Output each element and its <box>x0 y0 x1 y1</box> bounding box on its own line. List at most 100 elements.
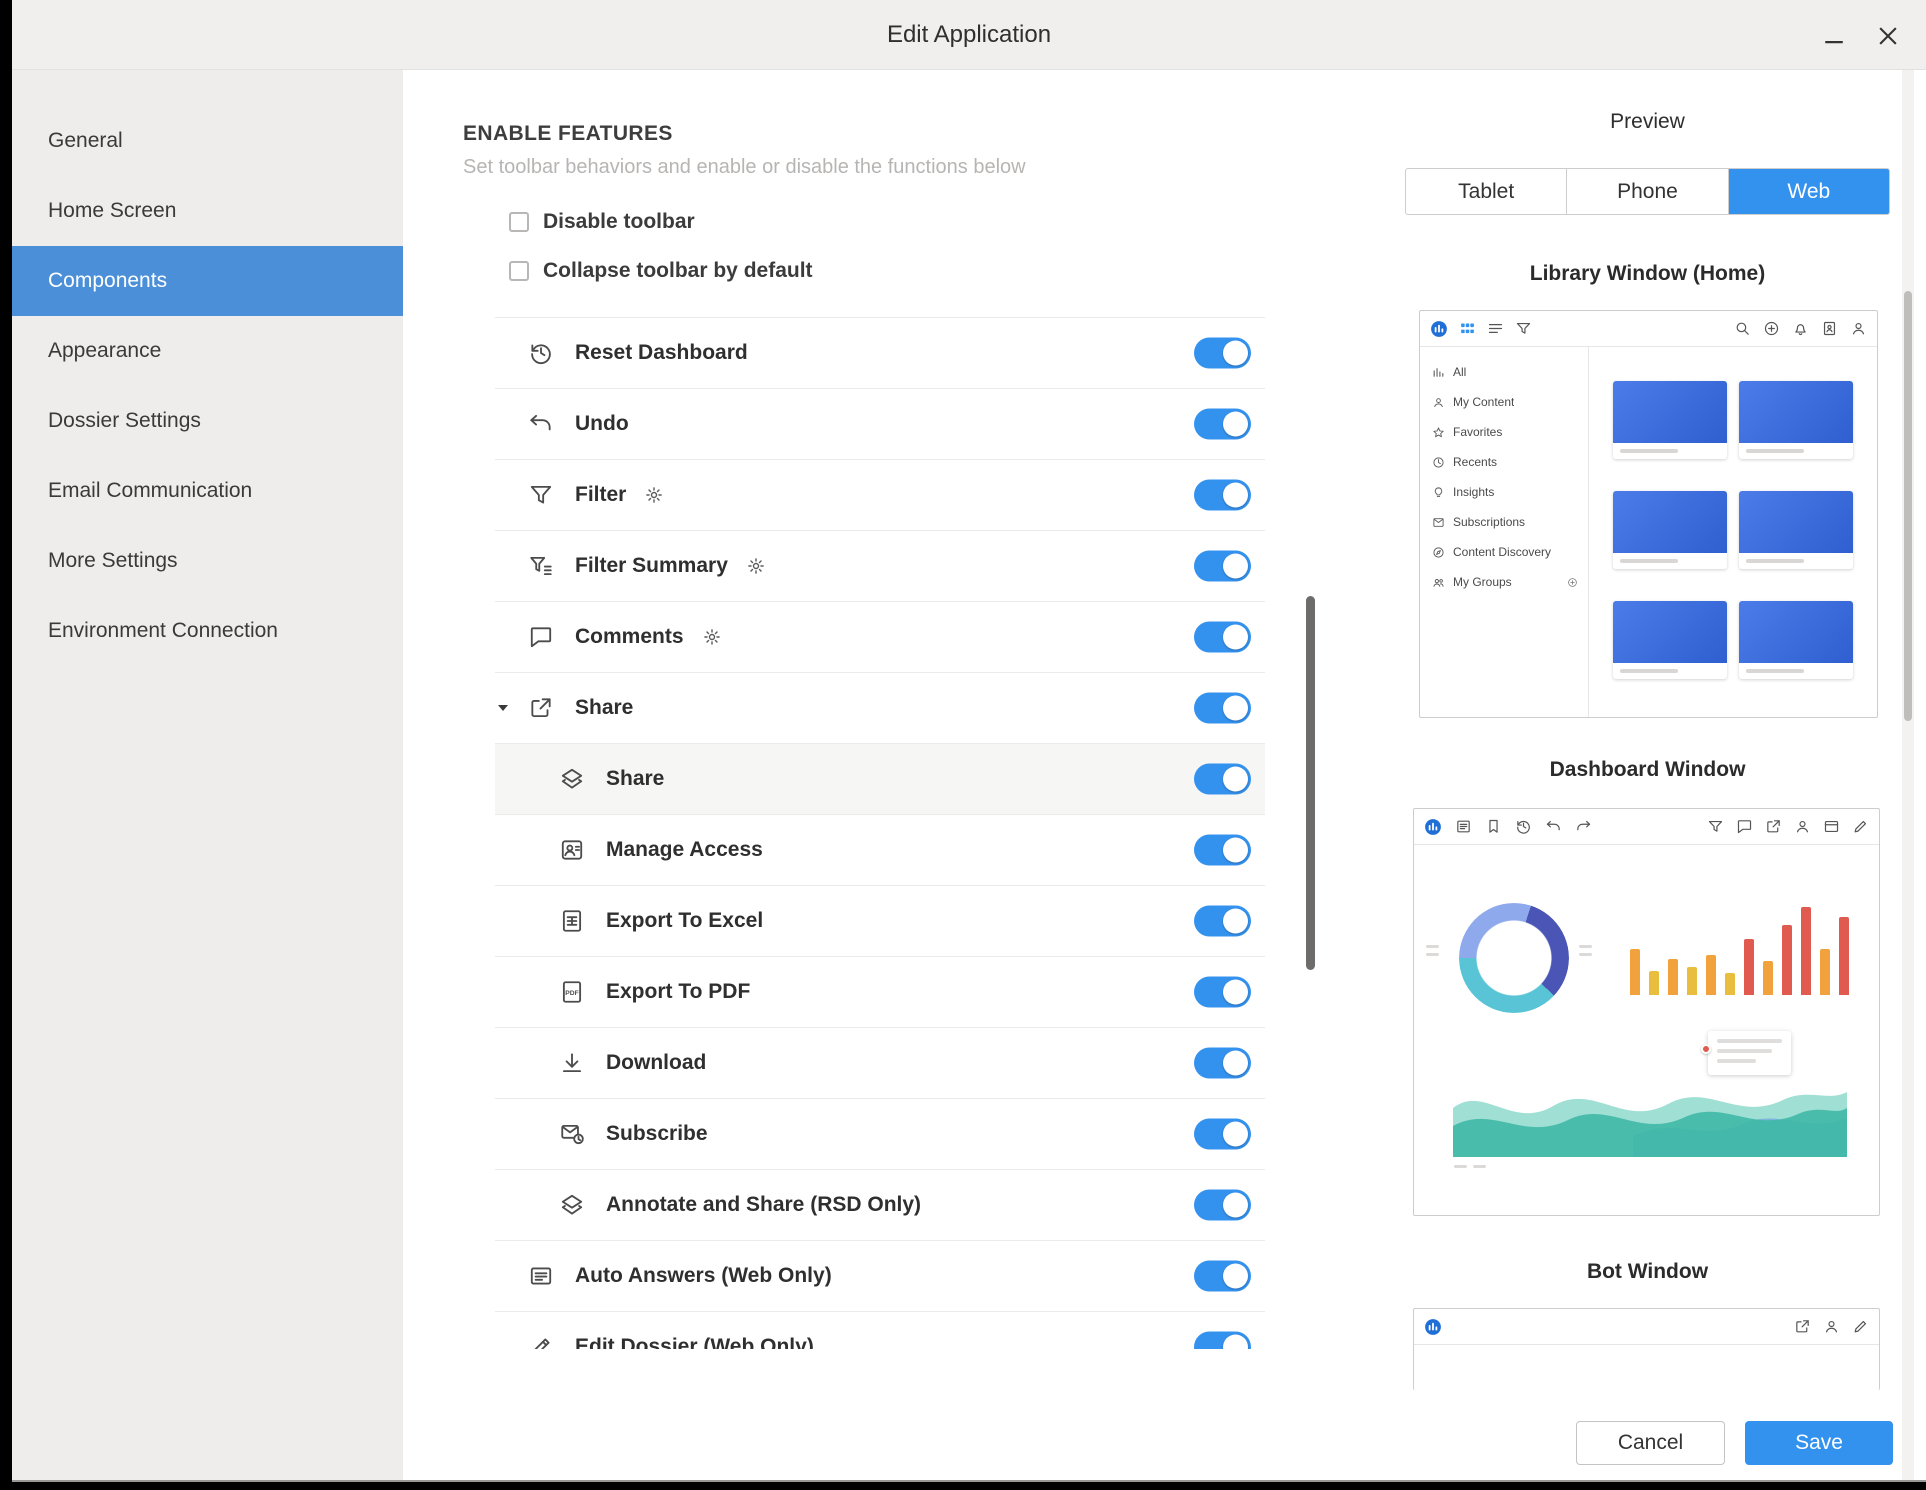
toggle-manage-access[interactable] <box>1194 835 1251 866</box>
bookmark-icon <box>1485 818 1502 835</box>
minimize-button[interactable] <box>1820 22 1848 50</box>
disable-toolbar-row: Disable toolbar <box>509 210 695 234</box>
sidebar-item-email-communication[interactable]: Email Communication <box>12 456 403 526</box>
sidebar-item-general[interactable]: General <box>12 106 403 176</box>
library-tile <box>1613 491 1727 569</box>
disable-toolbar-label: Disable toolbar <box>543 210 695 234</box>
toggle-filter[interactable] <box>1194 480 1251 511</box>
dashboard-window-title: Dashboard Window <box>1405 758 1890 782</box>
library-sidebar-item-content-discovery: Content Discovery <box>1420 537 1588 567</box>
undo-icon <box>528 411 554 437</box>
svg-text:PDF: PDF <box>565 990 578 997</box>
feature-list-scrollbar-thumb[interactable] <box>1306 596 1315 970</box>
mstr-logo-icon <box>1424 818 1442 836</box>
feature-row-filter: Filter <box>495 460 1265 531</box>
history-icon <box>1515 818 1532 835</box>
gear-icon[interactable] <box>746 556 766 576</box>
auto-answers-icon <box>528 1263 554 1289</box>
library-sidebar-label: Favorites <box>1453 425 1502 439</box>
chart-ticks <box>1579 945 1592 956</box>
undo-icon-small <box>1545 818 1562 835</box>
card-icon <box>1823 818 1840 835</box>
sidebar-item-environment-connection[interactable]: Environment Connection <box>12 596 403 666</box>
feature-label: Export To PDF <box>606 980 750 1004</box>
subscribe-icon <box>559 1121 585 1147</box>
disable-toolbar-checkbox[interactable] <box>509 212 529 232</box>
feature-row-share: Share <box>495 673 1265 744</box>
library-tile <box>1613 381 1727 459</box>
library-sidebar-label: Insights <box>1453 485 1494 499</box>
feature-row-share: Share <box>495 744 1265 815</box>
toggle-edit-dossier-web-only[interactable] <box>1194 1332 1251 1350</box>
gear-icon[interactable] <box>702 627 722 647</box>
tab-web[interactable]: Web <box>1729 169 1889 214</box>
sidebar-item-appearance[interactable]: Appearance <box>12 316 403 386</box>
add-circle-icon <box>1763 320 1780 337</box>
title-bar: Edit Application <box>12 0 1926 70</box>
account-person-icon <box>1850 320 1867 337</box>
tab-tablet[interactable]: Tablet <box>1406 169 1567 214</box>
feature-label: Download <box>606 1051 706 1075</box>
library-sidebar-item-my-groups: My Groups <box>1420 567 1588 597</box>
toggle-share[interactable] <box>1194 693 1251 724</box>
redo-icon-small <box>1575 818 1592 835</box>
toggle-auto-answers-web-only[interactable] <box>1194 1261 1251 1292</box>
toggle-undo[interactable] <box>1194 409 1251 440</box>
gear-icon[interactable] <box>644 485 664 505</box>
share-icon-small <box>1794 1318 1811 1335</box>
annotate-share-icon <box>559 1192 585 1218</box>
bar <box>1687 967 1697 995</box>
subscriptions-icon <box>1432 516 1445 529</box>
save-button[interactable]: Save <box>1745 1421 1893 1465</box>
edit-pencil-icon <box>1852 818 1869 835</box>
sidebar-item-dossier-settings[interactable]: Dossier Settings <box>12 386 403 456</box>
comment-icon-small <box>1736 818 1753 835</box>
sidebar-item-home-screen[interactable]: Home Screen <box>12 176 403 246</box>
menu-icon <box>1487 320 1504 337</box>
bar <box>1801 907 1811 995</box>
library-tile <box>1739 491 1853 569</box>
sidebar-item-more-settings[interactable]: More Settings <box>12 526 403 596</box>
bot-toolbar-right <box>1794 1318 1869 1335</box>
sidebar-nav: GeneralHome ScreenComponentsAppearanceDo… <box>12 70 403 1480</box>
library-tile <box>1739 601 1853 679</box>
toggle-annotate-and-share-rsd-only[interactable] <box>1194 1190 1251 1221</box>
toggle-filter-summary[interactable] <box>1194 551 1251 582</box>
feature-label: Edit Dossier (Web Only) <box>575 1335 814 1349</box>
feature-label: Undo <box>575 412 629 436</box>
enable-features-heading: ENABLE FEATURES <box>463 122 673 146</box>
account-person-icon <box>1794 818 1811 835</box>
toggle-export-to-pdf[interactable] <box>1194 977 1251 1008</box>
window-title: Edit Application <box>12 0 1926 70</box>
toggle-share[interactable] <box>1194 764 1251 795</box>
enable-features-subheading: Set toolbar behaviors and enable or disa… <box>463 156 1026 179</box>
toggle-export-to-excel[interactable] <box>1194 906 1251 937</box>
toggle-download[interactable] <box>1194 1048 1251 1079</box>
toggle-subscribe[interactable] <box>1194 1119 1251 1150</box>
caret-down-icon[interactable] <box>495 700 511 716</box>
collapse-toolbar-checkbox[interactable] <box>509 261 529 281</box>
cancel-button[interactable]: Cancel <box>1576 1421 1725 1465</box>
library-sidebar-item-my-content: My Content <box>1420 387 1588 417</box>
tab-phone[interactable]: Phone <box>1567 169 1728 214</box>
library-sidebar-label: My Content <box>1453 395 1514 409</box>
toggle-comments[interactable] <box>1194 622 1251 653</box>
manage-access-icon <box>559 837 585 863</box>
all-content-icon <box>1432 366 1445 379</box>
sidebar-item-components[interactable]: Components <box>12 246 403 316</box>
toc-icon <box>1455 818 1472 835</box>
collapse-toolbar-label: Collapse toolbar by default <box>543 259 813 283</box>
preview-device-tabs: TabletPhoneWeb <box>1405 168 1890 215</box>
library-sidebar-item-all: All <box>1420 357 1588 387</box>
close-button[interactable] <box>1874 22 1902 50</box>
feature-row-auto-answers-web-only: Auto Answers (Web Only) <box>495 1241 1265 1312</box>
library-sidebar-label: All <box>1453 365 1466 379</box>
window-scrollbar-thumb[interactable] <box>1904 291 1912 721</box>
toggle-reset-dashboard[interactable] <box>1194 338 1251 369</box>
feature-row-export-to-pdf: PDF Export To PDF <box>495 957 1265 1028</box>
grid-view-icon <box>1459 320 1476 337</box>
preview-panel: Preview TabletPhoneWeb Library Window (H… <box>1375 70 1926 1480</box>
main-content: ENABLE FEATURES Set toolbar behaviors an… <box>403 70 1375 1480</box>
edit-application-window: Edit Application GeneralHome ScreenCompo… <box>12 0 1926 1482</box>
feature-row-download: Download <box>495 1028 1265 1099</box>
